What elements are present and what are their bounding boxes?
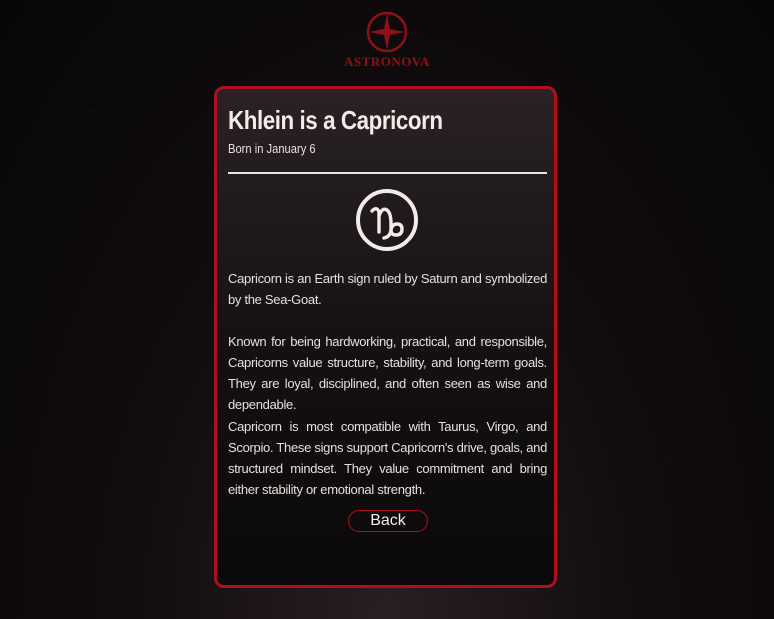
capricorn-icon bbox=[356, 189, 418, 251]
compass-star-icon bbox=[366, 11, 408, 53]
page-title: Khlein is a Capricorn bbox=[228, 105, 443, 135]
brand-logo[interactable]: ASTRONOVA bbox=[337, 10, 437, 76]
zodiac-card: Khlein is a Capricorn Born in January 6 … bbox=[214, 86, 557, 588]
back-button[interactable]: Back bbox=[348, 510, 428, 532]
birth-date-subtitle: Born in January 6 bbox=[228, 141, 316, 156]
compatibility-paragraph: Capricorn is most compatible with Taurus… bbox=[228, 419, 547, 497]
brand-name: ASTRONOVA bbox=[344, 54, 430, 69]
divider bbox=[228, 172, 547, 174]
traits-paragraph: Known for being hardworking, practical, … bbox=[228, 334, 547, 412]
description-paragraph: Capricorn is an Earth sign ruled by Satu… bbox=[228, 271, 547, 307]
